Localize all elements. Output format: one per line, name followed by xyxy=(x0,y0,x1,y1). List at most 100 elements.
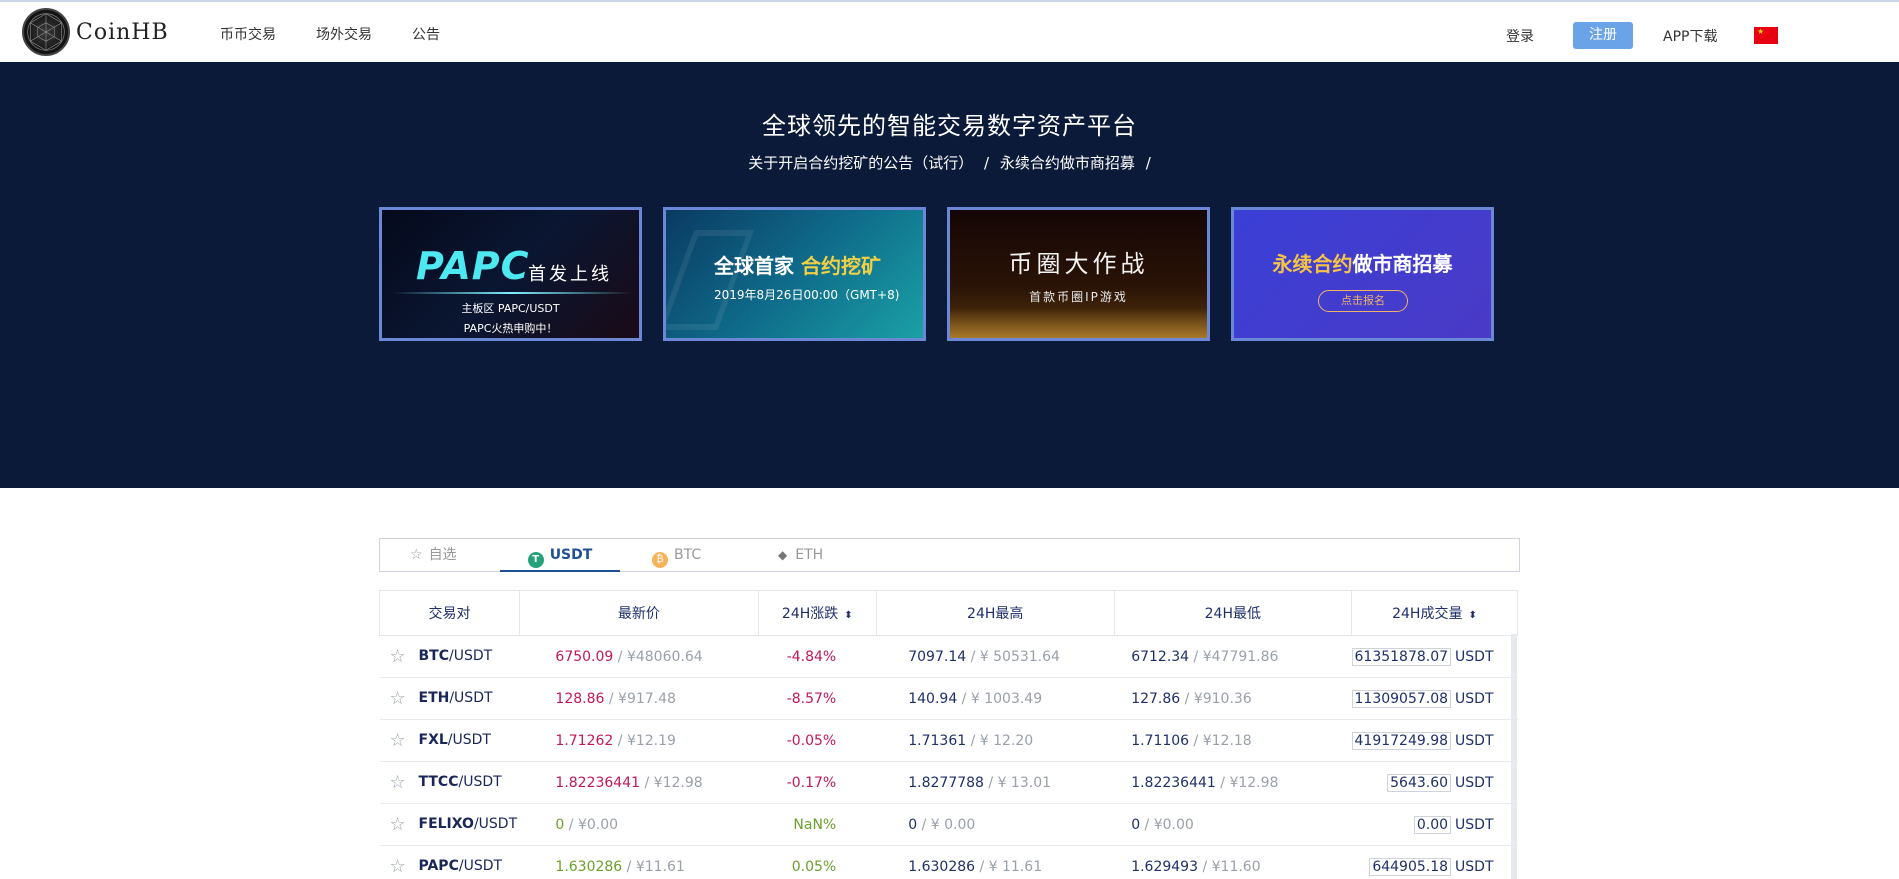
header-24h-volume[interactable]: 24H成交量 ⬍ xyxy=(1350,590,1519,636)
table-row[interactable]: ☆ ETH/USDT 128.86 / ¥917.48 -8.57% 140.94 / … xyxy=(379,677,1518,720)
volume-cell: 11309057.08 USDT xyxy=(1351,677,1518,720)
favorite-star-icon[interactable]: ☆ xyxy=(390,688,410,709)
volume-unit: USDT xyxy=(1455,690,1494,707)
change-cell: 0.05% xyxy=(758,845,877,879)
volume-unit: USDT xyxy=(1455,774,1494,791)
high-price: 1.71361 xyxy=(908,732,967,749)
latest-price-cny: ¥12.19 xyxy=(626,732,676,749)
change-cell: -0.05% xyxy=(758,719,877,762)
low-price: 0 xyxy=(1131,816,1141,833)
volume-cell: 61351878.07 USDT xyxy=(1351,635,1518,678)
latest-price: 1.82236441 xyxy=(555,774,641,791)
table-row[interactable]: ☆ BTC/USDT 6750.09 / ¥48060.64 -4.84% 7097.1… xyxy=(379,635,1518,678)
table-row[interactable]: ☆ FELIXO/USDT 0 / ¥0.00 NaN% 0 / ¥ 0.00 0 / ¥… xyxy=(379,803,1518,846)
low-cell: 1.71106 / ¥12.18 xyxy=(1114,719,1352,762)
volume-value: 0.00 xyxy=(1413,815,1452,834)
tab-eth[interactable]: ◆ ETH xyxy=(778,539,898,572)
favorite-star-icon[interactable]: ☆ xyxy=(390,814,410,835)
favorite-star-icon[interactable]: ☆ xyxy=(390,856,410,877)
card-subtitle: 主板区 PAPC/USDT xyxy=(461,302,560,315)
card-title-secondary: 首发上线 xyxy=(528,264,612,285)
high-price-cny: ¥ 50531.64 xyxy=(979,648,1060,665)
link-separator: / xyxy=(984,154,990,172)
sort-icon[interactable]: ⬍ xyxy=(1468,610,1476,621)
price-cell: 1.82236441 / ¥12.98 xyxy=(519,761,759,804)
volume-cell: 5643.60 USDT xyxy=(1351,761,1518,804)
latest-price: 6750.09 xyxy=(555,648,614,665)
favorite-star-icon[interactable]: ☆ xyxy=(390,730,410,751)
header-24h-high: 24H最高 xyxy=(875,590,1115,636)
latest-price-cny: ¥0.00 xyxy=(577,816,619,833)
base-symbol: ETH xyxy=(418,690,450,706)
usdt-icon: T xyxy=(527,552,544,568)
volume-value: 41917249.98 xyxy=(1351,731,1452,750)
card-subtitle-secondary: PAPC火热申购中！ xyxy=(463,322,558,335)
low-price-cny: ¥47791.86 xyxy=(1202,648,1279,665)
latest-price: 1.71262 xyxy=(555,732,614,749)
signup-button[interactable]: 点击报名 xyxy=(1318,290,1408,312)
promo-card-papc[interactable]: PAPC 首发上线 主板区 PAPC/USDT PAPC火热申购中！ xyxy=(379,207,642,341)
table-row[interactable]: ☆ PAPC/USDT 1.630286 / ¥11.61 0.05% 1.630286… xyxy=(379,845,1518,879)
high-price-cny: ¥ 11.61 xyxy=(988,858,1043,875)
pair-cell[interactable]: ☆ ETH/USDT xyxy=(379,677,520,720)
header-24h-change[interactable]: 24H涨跌 ⬍ xyxy=(757,590,877,636)
base-symbol: TTCC xyxy=(418,774,459,790)
change-cell: NaN% xyxy=(758,803,877,846)
price-cell: 1.71262 / ¥12.19 xyxy=(519,719,759,762)
promo-card-contract-mining[interactable]: 全球首家 合约挖矿 2019年8月26日00:00（GMT+8) xyxy=(663,207,926,341)
table-row[interactable]: ☆ FXL/USDT 1.71262 / ¥12.19 -0.05% 1.71361 /… xyxy=(379,719,1518,762)
header-latest-price: 最新价 xyxy=(518,590,759,636)
announcement-link-market-maker[interactable]: 永续合约做市商招募 xyxy=(1000,154,1135,172)
top-header: CoinHB 币币交易 场外交易 公告 登录 注册 APP下载 ★ xyxy=(0,0,1899,62)
price-cell: 128.86 / ¥917.48 xyxy=(519,677,759,720)
pair-cell[interactable]: ☆ FELIXO/USDT xyxy=(379,803,520,846)
sort-icon[interactable]: ⬍ xyxy=(844,610,852,621)
logo-icon[interactable] xyxy=(22,8,70,56)
favorite-star-icon[interactable]: ☆ xyxy=(390,646,410,667)
register-button[interactable]: 注册 xyxy=(1573,22,1633,49)
pair-cell[interactable]: ☆ PAPC/USDT xyxy=(379,845,520,879)
quote-symbol: /USDT xyxy=(473,816,518,832)
volume-cell: 41917249.98 USDT xyxy=(1351,719,1518,762)
low-price-cny: ¥12.98 xyxy=(1229,774,1279,791)
pair-cell[interactable]: ☆ TTCC/USDT xyxy=(379,761,520,804)
glow-line xyxy=(392,292,632,294)
card-title: PAPC xyxy=(416,244,530,288)
tab-usdt[interactable]: T USDT xyxy=(500,539,620,572)
change-cell: -4.84% xyxy=(758,635,877,678)
low-cell: 1.82236441 / ¥12.98 xyxy=(1114,761,1352,804)
brand-name[interactable]: CoinHB xyxy=(76,20,169,45)
pair-cell[interactable]: ☆ BTC/USDT xyxy=(379,635,520,678)
high-price: 7097.14 xyxy=(908,648,967,665)
quote-symbol: /USDT xyxy=(447,732,491,748)
announcement-link-contract-mining[interactable]: 关于开启合约挖矿的公告（试行） xyxy=(748,154,973,172)
high-price-cny: ¥ 12.20 xyxy=(979,732,1034,749)
favorite-star-icon[interactable]: ☆ xyxy=(390,772,410,793)
table-row[interactable]: ☆ TTCC/USDT 1.82236441 / ¥12.98 -0.17% 1.827… xyxy=(379,761,1518,804)
low-price-cny: ¥11.60 xyxy=(1211,858,1261,875)
card-title: 全球首家 合约挖矿 xyxy=(714,254,881,278)
card-title: 永续合约做市商招募 xyxy=(1272,252,1453,276)
promo-card-game[interactable]: 币圈大作战 首款币圈IP游戏 xyxy=(947,207,1210,341)
login-link[interactable]: 登录 xyxy=(1506,26,1534,46)
price-cell: 0 / ¥0.00 xyxy=(519,803,759,846)
promo-card-market-maker[interactable]: 永续合约做市商招募 点击报名 xyxy=(1231,207,1494,341)
volume-unit: USDT xyxy=(1455,858,1494,875)
nav-otc-trading[interactable]: 场外交易 xyxy=(316,24,372,44)
table-header-row: 交易对 最新价 24H涨跌 ⬍ 24H最高 24H最低 24H成交量 ⬍ xyxy=(379,590,1519,636)
promo-cards: PAPC 首发上线 主板区 PAPC/USDT PAPC火热申购中！ 全球首家 … xyxy=(379,207,1496,341)
nav-announcement[interactable]: 公告 xyxy=(412,24,440,44)
base-symbol: FELIXO xyxy=(418,816,474,832)
tab-btc[interactable]: ₿ BTC xyxy=(652,539,772,572)
app-download-link[interactable]: APP下载 xyxy=(1663,26,1717,46)
low-cell: 6712.34 / ¥47791.86 xyxy=(1114,635,1352,678)
pair-cell[interactable]: ☆ FXL/USDT xyxy=(379,719,520,762)
low-price: 1.82236441 xyxy=(1131,774,1216,791)
nav-spot-trading[interactable]: 币币交易 xyxy=(220,24,276,44)
glow-decor xyxy=(950,308,1207,338)
hero-banner: 全球领先的智能交易数字资产平台 关于开启合约挖矿的公告（试行） / 永续合约做市… xyxy=(0,62,1899,488)
china-flag-icon[interactable]: ★ xyxy=(1754,27,1778,44)
volume-unit: USDT xyxy=(1455,648,1494,665)
bitcoin-icon: ₿ xyxy=(652,552,668,568)
table-scrollbar[interactable] xyxy=(1511,634,1517,879)
